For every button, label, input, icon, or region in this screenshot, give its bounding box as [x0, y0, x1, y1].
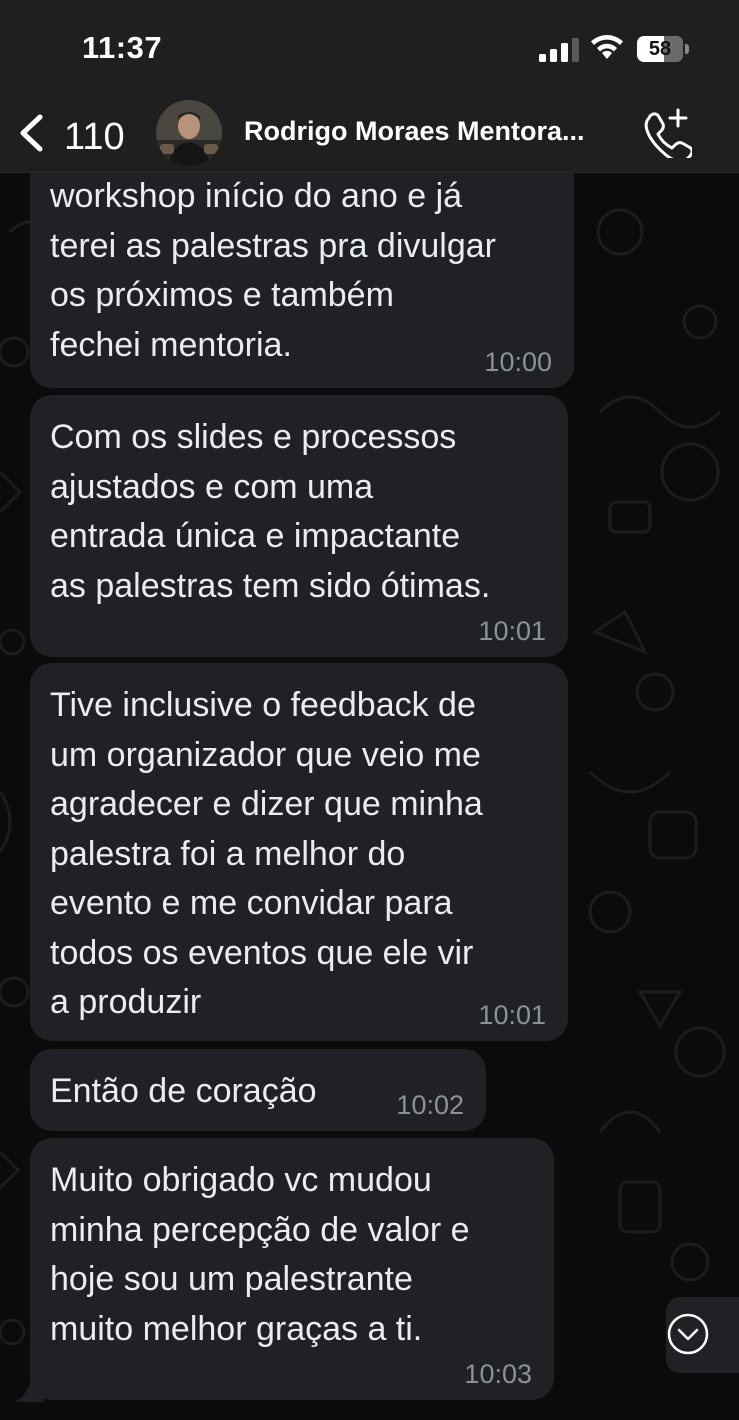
avatar[interactable] — [156, 100, 222, 166]
signal-icon — [539, 38, 579, 62]
status-bar: 11:37 58 — [0, 0, 739, 96]
chevron-down-icon — [667, 1313, 709, 1355]
message-time: 10:03 — [464, 1359, 532, 1389]
status-time: 11:37 — [82, 30, 163, 65]
message-text: workshop início do ano e já terei as pal… — [50, 177, 497, 364]
avatar-photo — [156, 100, 222, 166]
battery-cap — [685, 44, 689, 54]
message-list: workshop início do ano e já terei as pal… — [0, 0, 739, 1420]
message-bubble[interactable]: Então de coração 10:02 — [30, 1049, 486, 1131]
message-time: 10:02 — [396, 1090, 464, 1120]
battery-level: 58 — [648, 38, 672, 60]
message-time: 10:01 — [478, 616, 546, 646]
chevron-left-icon — [20, 114, 43, 152]
unread-count: 110 — [64, 116, 125, 158]
message-bubble[interactable]: Muito obrigado vc mudou minha percepção … — [30, 1138, 554, 1400]
add-call-icon[interactable] — [640, 108, 692, 158]
chat-screen: 11:37 58 110 Rodrigo Moraes Mentora... w… — [0, 0, 739, 1420]
contact-name[interactable]: Rodrigo Moraes Mentora... — [244, 116, 630, 147]
message-text: Muito obrigado vc mudou minha percepção … — [50, 1161, 470, 1348]
battery-body: 58 — [637, 36, 683, 62]
message-time: 10:01 — [478, 1000, 546, 1030]
wifi-icon — [591, 35, 623, 59]
scroll-to-bottom-button[interactable] — [666, 1297, 739, 1373]
message-text: Tive inclusive o feedback de um organiza… — [50, 686, 483, 1021]
battery-icon: 58 — [637, 36, 689, 62]
message-bubble[interactable]: Tive inclusive o feedback de um organiza… — [30, 663, 568, 1041]
message-bubble[interactable]: workshop início do ano e já terei as pal… — [30, 150, 574, 388]
message-text: Com os slides e processos ajustados e co… — [50, 418, 491, 605]
back-button[interactable]: 110 — [14, 104, 134, 160]
chat-header: 110 Rodrigo Moraes Mentora... — [0, 96, 739, 173]
bubble-tail — [14, 1376, 44, 1402]
message-bubble[interactable]: Com os slides e processos ajustados e co… — [30, 395, 568, 657]
message-time: 10:00 — [484, 347, 552, 377]
